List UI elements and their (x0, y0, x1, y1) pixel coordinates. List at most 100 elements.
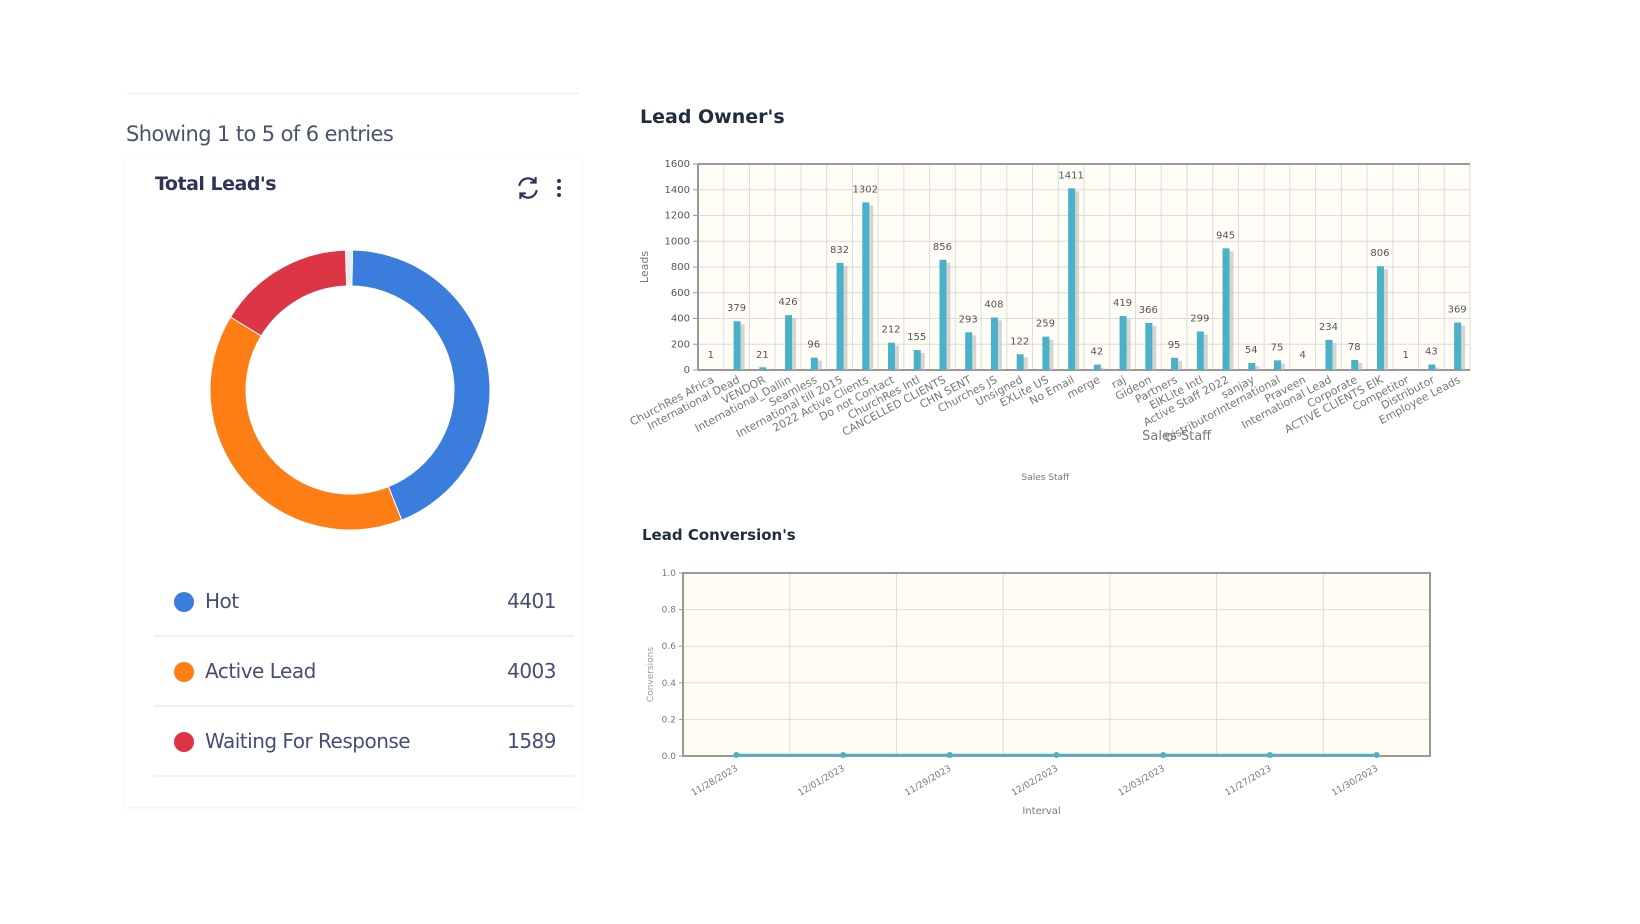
bar (1016, 354, 1024, 370)
y-tick-label: 1600 (665, 159, 690, 170)
data-label: 1 (708, 350, 714, 361)
entries-summary: Showing 1 to 5 of 6 entries (126, 122, 394, 146)
data-label: 122 (1010, 336, 1029, 347)
y-tick-label: 600 (671, 288, 690, 299)
data-label: 1411 (1058, 170, 1083, 181)
data-label: 95 (1168, 340, 1181, 351)
x-tick-label: 11/27/2023 (1224, 764, 1274, 799)
y-tick-label: 800 (671, 262, 690, 273)
data-label: 379 (727, 303, 746, 314)
donut-slice (229, 249, 348, 337)
legend-label: Active Lead (205, 659, 316, 683)
data-label: 856 (933, 242, 952, 253)
y-tick-label: 0 (684, 365, 690, 376)
y-tick-label: 0.8 (662, 606, 677, 616)
x-tick-label: 12/03/2023 (1117, 764, 1167, 799)
bar (990, 317, 998, 370)
data-label: 42 (1090, 347, 1103, 358)
bar (1351, 359, 1359, 370)
data-point (1160, 752, 1167, 758)
donut-slice (351, 249, 491, 521)
legend-label: Hot (205, 589, 239, 613)
legend-value: 4003 (507, 659, 556, 683)
lead-conversions-title: Lead Conversion's (642, 526, 796, 544)
bar (1119, 316, 1127, 370)
y-axis-label: Conversions (646, 647, 656, 702)
data-point (733, 752, 740, 758)
total-leads-card: Total Lead's Hot 4401 Active Lead 4003 Waiti… (126, 157, 580, 807)
donut-slice (209, 316, 403, 531)
data-label: 366 (1139, 305, 1158, 316)
data-label: 96 (807, 340, 820, 351)
data-label: 299 (1190, 314, 1209, 325)
data-label: 1 (1402, 350, 1408, 361)
data-point (1373, 752, 1380, 758)
y-tick-label: 200 (671, 339, 690, 350)
data-label: 259 (1036, 319, 1055, 330)
y-tick-label: 1.0 (662, 569, 677, 579)
x-axis-label: Sales Staff (1142, 429, 1212, 444)
data-label: 155 (907, 332, 926, 343)
data-label: 1302 (853, 184, 878, 195)
legend-item[interactable]: Active Lead 4003 (154, 637, 574, 707)
y-tick-label: 1000 (665, 236, 690, 247)
x-axis-label-secondary: Sales Staff (1022, 473, 1071, 483)
bar (1274, 360, 1281, 370)
y-tick-label: 1400 (665, 185, 690, 196)
data-point (946, 752, 953, 758)
data-label: 54 (1245, 345, 1258, 356)
legend-item[interactable]: Waiting For Response 1589 (154, 707, 574, 777)
lead-owners-title: Lead Owner's (640, 106, 785, 128)
bar (1299, 369, 1307, 370)
data-point (1266, 752, 1273, 758)
data-label: 945 (1216, 230, 1235, 241)
kebab-menu-icon[interactable] (553, 175, 565, 201)
x-tick-label: 11/29/2023 (903, 764, 953, 799)
y-tick-label: 0.4 (662, 679, 677, 689)
bar (1248, 363, 1256, 370)
legend-item[interactable]: Hot 4401 (154, 567, 574, 637)
bar (1428, 364, 1436, 370)
bar (913, 350, 921, 370)
bar (1145, 322, 1153, 370)
bar (1093, 364, 1101, 370)
bar (1376, 266, 1384, 370)
bar (759, 367, 767, 370)
data-label: 234 (1319, 322, 1338, 333)
legend-value: 1589 (507, 729, 556, 753)
y-tick-label: 0.6 (662, 642, 677, 652)
bar (1454, 322, 1462, 370)
card-title: Total Lead's (155, 173, 277, 195)
x-tick-label: 12/01/2023 (797, 764, 847, 799)
y-axis-label: Leads (638, 251, 651, 283)
legend-dot-icon (174, 662, 194, 682)
legend-dot-icon (174, 592, 194, 612)
data-label: 426 (779, 297, 798, 308)
bar (836, 262, 844, 370)
lead-owners-chart: 0 200 400 600 800 1000 1200 1400 1600 1 379 21 426 96… (628, 159, 1471, 483)
data-label: 806 (1370, 248, 1389, 259)
bar (733, 321, 741, 370)
donut-slice (345, 249, 354, 287)
bar (1042, 336, 1050, 370)
lead-conversions-chart: 0.0 0.2 0.4 0.6 0.8 1.0 11/28/2023 12/01/2023 11… (646, 569, 1431, 817)
bar (888, 342, 895, 370)
bar (1171, 357, 1179, 370)
x-axis-label: Interval (1022, 806, 1060, 817)
x-tick-label: 11/30/2023 (1330, 764, 1380, 799)
x-tick-label: 11/28/2023 (690, 764, 740, 799)
data-label: 832 (830, 245, 849, 256)
legend-dot-icon (174, 732, 194, 752)
bar (1325, 339, 1333, 370)
y-tick-label: 1200 (665, 211, 690, 222)
bar (1222, 248, 1230, 370)
data-label: 408 (984, 299, 1003, 310)
data-label: 4 (1300, 350, 1306, 361)
data-point (1053, 752, 1060, 758)
x-tick-label: 12/02/2023 (1010, 764, 1060, 799)
bar (785, 315, 793, 370)
bar (1068, 188, 1076, 370)
refresh-icon[interactable] (515, 175, 541, 201)
legend: Hot 4401 Active Lead 4003 Waiting For Respon… (154, 567, 574, 777)
data-label: 78 (1348, 342, 1361, 353)
